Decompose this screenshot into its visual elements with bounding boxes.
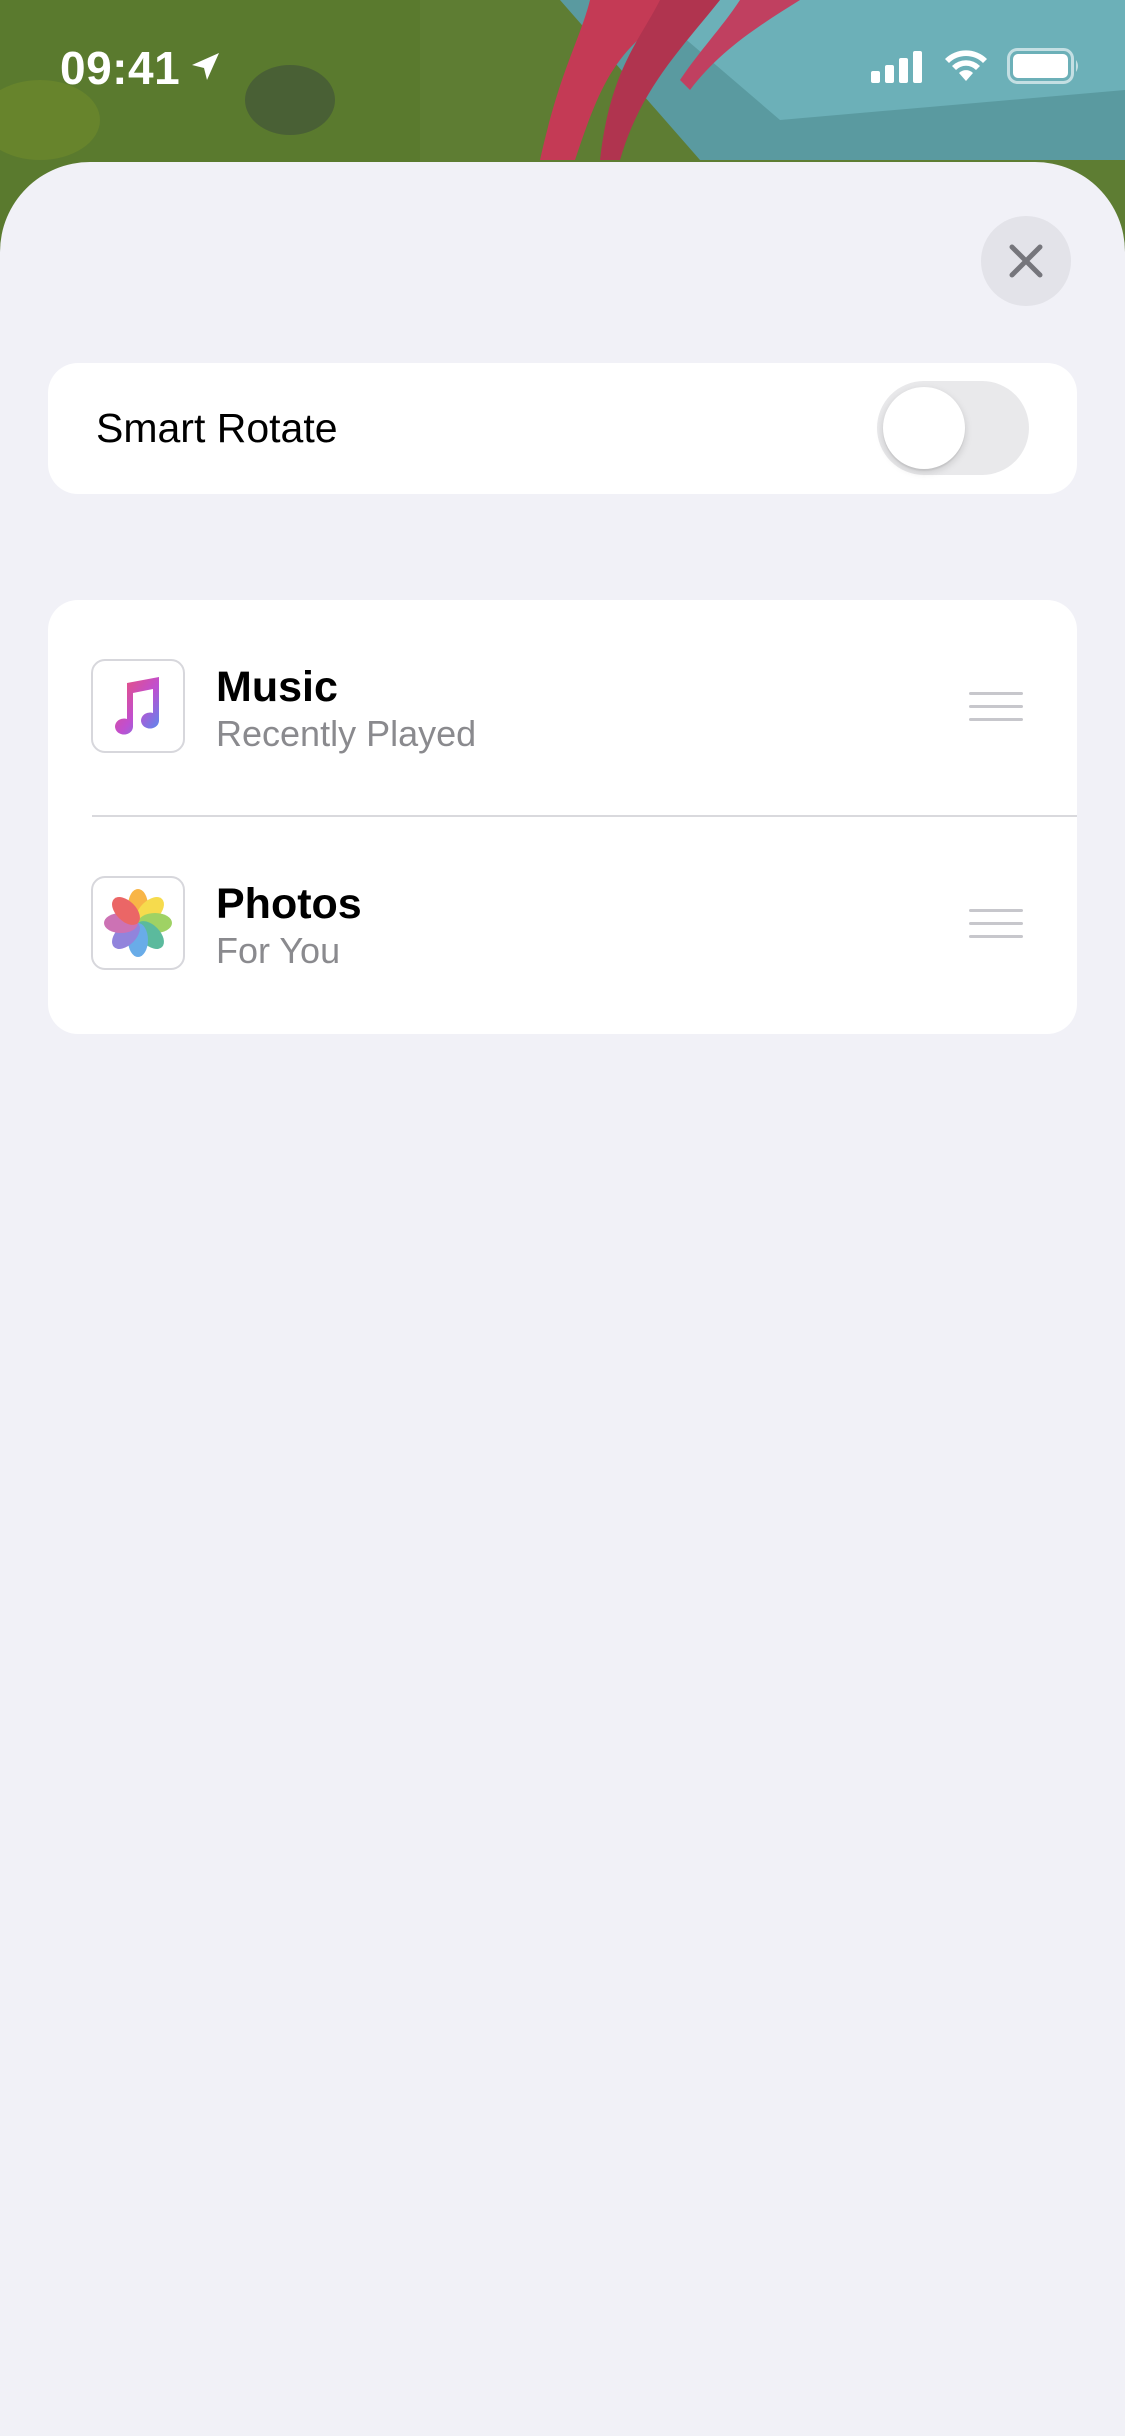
photos-subtitle: For You xyxy=(216,930,341,971)
close-button[interactable] xyxy=(981,216,1071,306)
photos-title: Photos xyxy=(216,880,362,928)
cellular-signal-icon xyxy=(871,49,925,88)
photos-app-icon xyxy=(91,876,185,970)
list-item-photos[interactable]: Photos For You xyxy=(48,817,1077,1034)
music-app-icon xyxy=(91,659,185,753)
battery-icon xyxy=(1007,48,1081,89)
smart-rotate-label: Smart Rotate xyxy=(96,405,338,451)
widget-config-sheet xyxy=(0,162,1125,2436)
music-reorder-handle-icon[interactable] xyxy=(969,692,1023,722)
toggle-knob xyxy=(883,387,965,469)
music-subtitle: Recently Played xyxy=(216,713,477,754)
music-title: Music xyxy=(216,663,338,711)
widget-stack-list: Music Recently Played Photos For You xyxy=(48,600,1077,1034)
photos-reorder-handle-icon[interactable] xyxy=(969,909,1023,939)
wifi-icon xyxy=(943,49,989,88)
close-icon xyxy=(1009,244,1043,278)
status-indicators xyxy=(871,48,1081,89)
status-time-text: 09:41 xyxy=(60,42,181,94)
status-time: 09:41 xyxy=(60,38,222,98)
status-bar: 09:41 xyxy=(0,0,1125,140)
list-item-music[interactable]: Music Recently Played xyxy=(48,600,1077,817)
smart-rotate-card: Smart Rotate xyxy=(48,363,1077,494)
location-arrow-icon xyxy=(188,41,222,95)
smart-rotate-toggle[interactable] xyxy=(877,381,1029,475)
